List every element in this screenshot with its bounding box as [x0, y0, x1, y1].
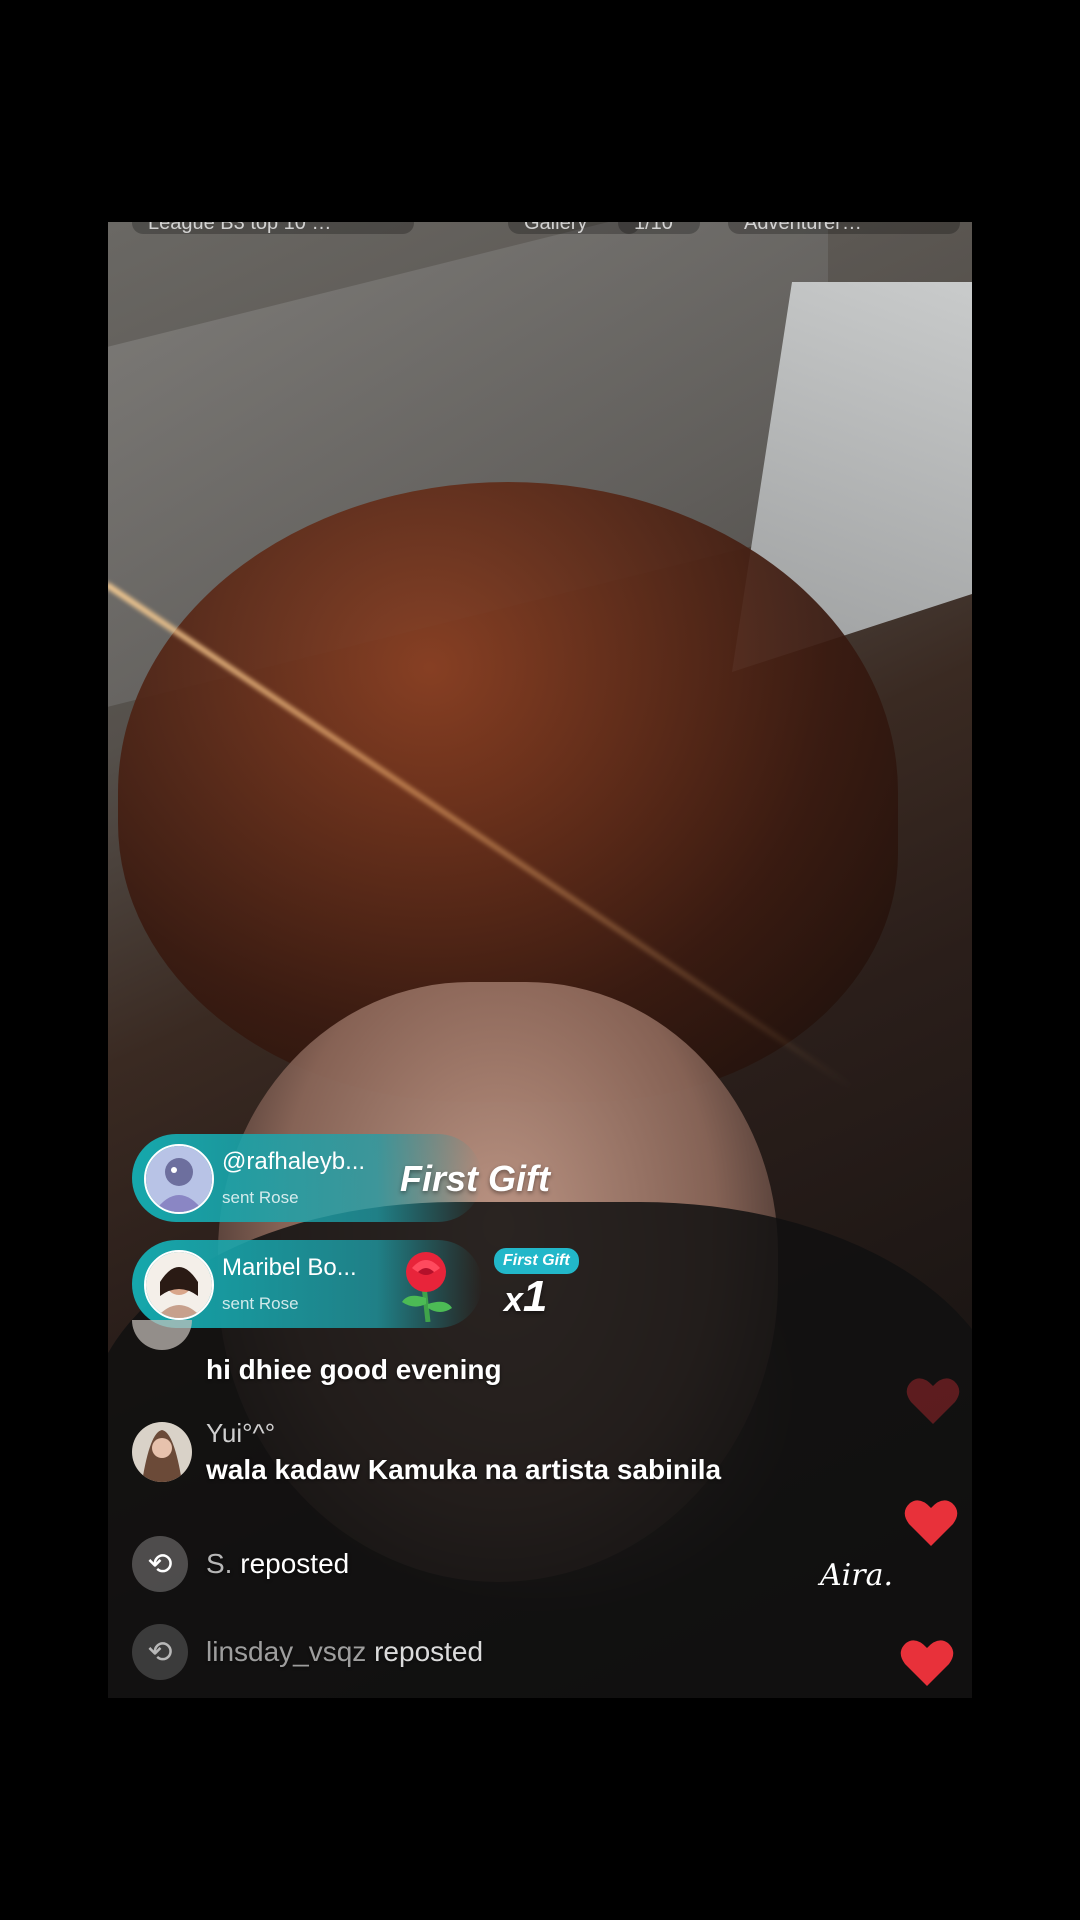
combo-prefix: x [504, 1281, 523, 1319]
repost-username[interactable]: S. [206, 1548, 232, 1579]
top-status-strip: League B3 top 10 … Gallery 1/10 Adventur… [108, 222, 972, 236]
live-video-frame: League B3 top 10 … Gallery 1/10 Adventur… [108, 222, 972, 1698]
gallery-count: 1/10 [618, 222, 700, 234]
chat-message: wala kadaw Kamuka na artista sabinila [206, 1454, 722, 1485]
repost-line: linsday_vsqz reposted [206, 1636, 483, 1668]
avatar[interactable] [144, 1144, 214, 1214]
heart-icon [906, 1378, 960, 1424]
repost-action: reposted [240, 1548, 350, 1579]
first-gift-badge: First Gift [494, 1248, 579, 1274]
gift-action-text: sent Rose [222, 1188, 299, 1207]
repost-icon: ⟲ [132, 1624, 188, 1680]
combo-count: 1 [522, 1272, 548, 1321]
heart-icon [904, 1500, 958, 1546]
gift-sender-name[interactable]: Maribel Bo... [222, 1254, 357, 1282]
gift-action-text: sent Rose [222, 1294, 299, 1313]
gift-combo-counter: x1 [504, 1272, 547, 1322]
chat-message: hi dhiee good evening [206, 1354, 502, 1385]
heart-icon [900, 1640, 954, 1686]
repost-action: reposted [374, 1636, 484, 1667]
rose-icon [388, 1246, 464, 1323]
adventurer-pill[interactable]: Adventurer… [728, 222, 960, 234]
repost-icon: ⟲ [132, 1536, 188, 1592]
first-gift-label: First Gift [400, 1158, 550, 1199]
repost-username[interactable]: linsday_vsqz [206, 1636, 366, 1667]
chat-username[interactable]: Yui°^° [206, 1418, 275, 1449]
avatar[interactable] [144, 1250, 214, 1320]
league-pill[interactable]: League B3 top 10 … [132, 222, 414, 234]
repost-line: S. reposted [206, 1548, 349, 1580]
avatar[interactable] [132, 1422, 192, 1482]
gift-sender-name[interactable]: @rafhaleyb... [222, 1148, 365, 1176]
watermark-text: Aira. [820, 1558, 894, 1593]
